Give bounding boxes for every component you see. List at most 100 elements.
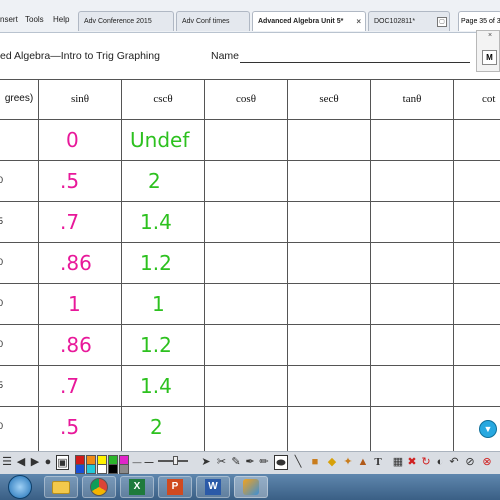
col-header-tan: tanθ: [402, 93, 422, 105]
row-label: 0: [0, 339, 4, 349]
line-icon[interactable]: ╲: [292, 455, 304, 470]
col-header-cot: cot: [482, 93, 496, 105]
name-label: Name: [211, 50, 240, 62]
name-line: [240, 62, 470, 63]
chrome-icon: [90, 478, 108, 496]
row-label: 5: [0, 380, 4, 390]
menu-help[interactable]: Help: [53, 15, 69, 24]
sin-value: .86: [60, 251, 92, 275]
select-arrow-icon[interactable]: ➤: [200, 455, 212, 470]
color-swatch-cyan[interactable]: [86, 464, 96, 474]
col-header-csc: cscθ: [153, 93, 173, 105]
color-swatch-blue[interactable]: [75, 464, 85, 474]
col-header-sin: sinθ: [70, 93, 90, 105]
csc-value: 1: [152, 292, 165, 316]
record-icon[interactable]: ●: [42, 455, 54, 470]
floating-tool-panel[interactable]: × M: [476, 30, 500, 72]
worksheet-title: ed Algebra—Intro to Trig Graphing: [0, 50, 160, 62]
sin-value: .86: [60, 333, 92, 357]
panel-close-icon[interactable]: ×: [488, 32, 492, 39]
undo-icon[interactable]: ↶: [448, 455, 460, 470]
color-swatch-black[interactable]: [108, 464, 118, 474]
tab-close-icon[interactable]: ×: [356, 12, 361, 31]
taskbar-notebook[interactable]: [234, 476, 268, 498]
tab-adv-conf-times[interactable]: Adv Conf times: [176, 11, 250, 31]
tools-icon[interactable]: ✂: [215, 455, 228, 470]
taskbar-excel[interactable]: X: [120, 476, 154, 498]
row-label: 0: [0, 421, 4, 431]
taskbar-file-explorer[interactable]: [44, 476, 78, 498]
word-icon: W: [205, 479, 221, 495]
row-label: 0: [0, 298, 4, 308]
windows-taskbar: X P W: [0, 474, 500, 500]
table-icon[interactable]: ▦: [392, 455, 404, 470]
tab-advanced-algebra-unit-5[interactable]: Advanced Algebra Unit 5* ×: [252, 11, 366, 31]
csc-value: 2: [148, 169, 161, 193]
screen-capture-icon[interactable]: ▣: [56, 455, 69, 470]
page-indicator: Page 35 of 3: [458, 11, 500, 31]
csc-value: 1.2: [140, 251, 172, 275]
tab-label: DOC102811*: [374, 18, 416, 25]
creative-pen-icon[interactable]: ✒: [244, 455, 256, 470]
line-thin-icon[interactable]: —: [132, 455, 142, 470]
paint-bucket-icon[interactable]: ▲: [356, 455, 370, 470]
tab-label: Advanced Algebra Unit 5*: [258, 18, 344, 25]
text-icon[interactable]: T: [372, 455, 384, 470]
line-width-slider-knob[interactable]: [173, 456, 178, 465]
sin-value: .7: [60, 210, 80, 234]
folder-icon: [52, 480, 70, 494]
magic-pen-icon[interactable]: ✦: [341, 455, 355, 470]
redo-icon[interactable]: ⊘: [464, 455, 476, 470]
notebook-icon: [243, 479, 259, 495]
row-label: 5: [0, 216, 4, 226]
delete-icon[interactable]: ✖: [406, 455, 418, 470]
tab-adv-conference-2015[interactable]: Adv Conference 2015: [78, 11, 174, 31]
line-thick-icon[interactable]: —: [143, 455, 155, 470]
sin-value: .5: [60, 169, 80, 193]
menu-insert[interactable]: nsert: [0, 15, 18, 24]
excel-icon: X: [129, 479, 145, 495]
row-label: 0: [0, 257, 4, 267]
tab-doc102811[interactable]: DOC102811* ▢: [368, 11, 450, 31]
tab-window-icon[interactable]: ▢: [437, 17, 447, 27]
move-icon[interactable]: ☰: [1, 455, 13, 470]
col-header-cos: cosθ: [236, 93, 256, 105]
start-button[interactable]: [8, 475, 32, 499]
taskbar-chrome[interactable]: [82, 476, 116, 498]
sin-value: 1: [68, 292, 81, 316]
tab-label: Adv Conference 2015: [84, 18, 152, 25]
csc-value: 1.4: [140, 210, 172, 234]
eraser-icon[interactable]: ⬬: [274, 455, 288, 470]
csc-value: Undef: [130, 128, 190, 152]
tab-label: Adv Conf times: [182, 18, 230, 25]
pen-toolbar: ☰ ◀ ▶ ● ▣ — — ➤ ✂ ✎ ✒ ✏ ⬬ ╲ ■ ◆ ✦ ▲ T ▦ …: [0, 451, 500, 474]
fill-icon[interactable]: ◆: [326, 455, 338, 470]
mode-m-button[interactable]: M: [482, 50, 497, 65]
sin-value: .5: [60, 415, 80, 439]
pen-icon[interactable]: ✎: [230, 455, 242, 470]
capture-icon[interactable]: ◐: [434, 455, 446, 470]
row-label: 0: [0, 175, 4, 185]
scroll-down-button[interactable]: ▼: [479, 420, 497, 438]
back-icon[interactable]: ◀: [15, 455, 27, 470]
sin-value: 0: [66, 128, 79, 152]
taskbar-powerpoint[interactable]: P: [158, 476, 192, 498]
powerpoint-icon: P: [167, 479, 183, 495]
csc-value: 1.2: [140, 333, 172, 357]
col-header-sec: secθ: [319, 93, 339, 105]
forward-icon[interactable]: ▶: [29, 455, 41, 470]
refresh-icon[interactable]: ↻: [420, 455, 432, 470]
worksheet-page[interactable]: ed Algebra—Intro to Trig Graphing Name g…: [0, 33, 500, 451]
color-swatch-white[interactable]: [97, 464, 107, 474]
csc-value: 2: [150, 415, 163, 439]
close-red-icon[interactable]: ⊗: [480, 455, 494, 470]
shapes-icon[interactable]: ■: [308, 455, 322, 470]
top-menu-bar: nsert Tools Help Adv Conference 2015 Adv…: [0, 0, 500, 33]
taskbar-word[interactable]: W: [196, 476, 230, 498]
menu-tools[interactable]: Tools: [25, 15, 44, 24]
sin-value: .7: [60, 374, 80, 398]
col-header-degrees: grees): [4, 93, 34, 104]
csc-value: 1.4: [140, 374, 172, 398]
highlighter-icon[interactable]: ✏: [258, 455, 270, 470]
color-swatch-gray[interactable]: [119, 464, 129, 474]
